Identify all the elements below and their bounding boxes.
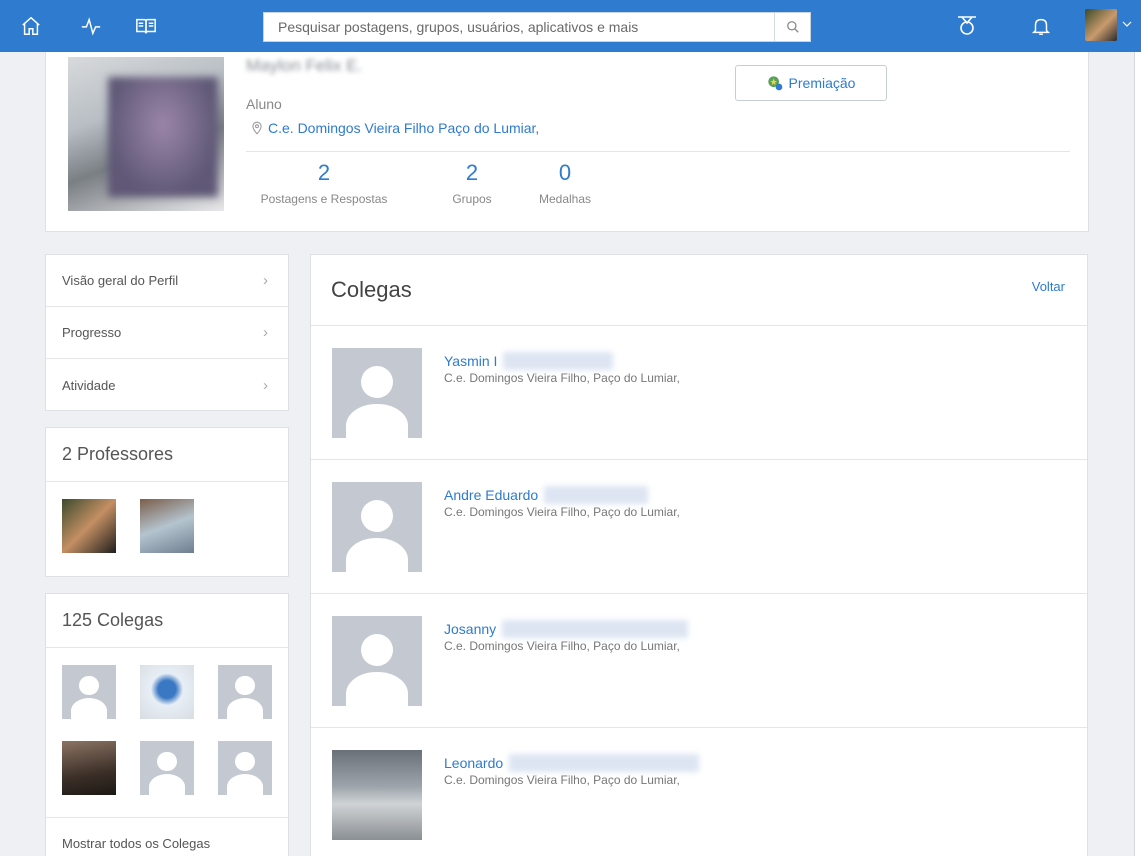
classmate-name-link[interactable]: Yasmin I	[444, 352, 614, 370]
redacted-surname	[544, 486, 649, 504]
classmate-school: C.e. Domingos Vieira Filho, Paço do Lumi…	[444, 639, 680, 653]
bell-icon[interactable]	[1029, 14, 1053, 38]
search-button[interactable]	[774, 13, 810, 41]
stat-medals[interactable]: 0 Medalhas	[525, 160, 605, 206]
stat-posts-label: Postagens e Respostas	[260, 192, 388, 206]
chevron-right-icon: ›	[263, 272, 268, 289]
menu-item-label: Visão geral do Perfil	[62, 273, 179, 288]
classmate-avatar[interactable]	[140, 741, 194, 795]
classmate-avatar[interactable]	[218, 665, 272, 719]
profile-divider	[246, 151, 1070, 152]
search-icon	[786, 21, 799, 33]
stat-posts-value: 2	[317, 160, 331, 185]
back-link[interactable]: Voltar	[1032, 279, 1065, 294]
classmate-row: Andre Eduardo C.e. Domingos Vieira Filho…	[311, 460, 1087, 594]
classmate-avatar[interactable]	[332, 348, 422, 438]
scrollbar[interactable]	[1134, 52, 1141, 856]
menu-item-progress[interactable]: Progresso ›	[46, 307, 288, 359]
classmate-avatar[interactable]	[332, 616, 422, 706]
menu-item-label: Atividade	[62, 377, 116, 393]
classmate-name: Josanny	[444, 621, 497, 637]
classmate-row: Leonardo C.e. Domingos Vieira Filho, Paç…	[311, 728, 1087, 856]
stat-groups[interactable]: 2 Grupos	[432, 160, 512, 206]
home-icon[interactable]	[19, 14, 43, 38]
profile-name: Maylon Felix E.	[246, 56, 363, 75]
stat-posts[interactable]: 2 Postagens e Respostas	[244, 160, 404, 206]
top-navigation-bar	[0, 0, 1141, 52]
classmate-school: C.e. Domingos Vieira Filho, Paço do Lumi…	[444, 371, 680, 385]
book-icon[interactable]	[134, 14, 158, 38]
menu-item-overview[interactable]: Visão geral do Perfil ›	[46, 255, 288, 307]
stat-groups-label: Grupos	[452, 192, 492, 206]
classmate-row: Yasmin I C.e. Domingos Vieira Filho, Paç…	[311, 326, 1087, 460]
redacted-surname	[503, 352, 614, 370]
menu-item-activity[interactable]: Atividade ›	[46, 359, 288, 411]
teacher-avatar[interactable]	[62, 499, 116, 553]
chevron-right-icon: ›	[263, 376, 268, 394]
profile-menu: Visão geral do Perfil › Progresso › Ativ…	[45, 254, 289, 411]
classmate-avatar[interactable]	[218, 741, 272, 795]
classmates-panel: Colegas Voltar Yasmin I C.e. Domingos Vi…	[310, 254, 1088, 856]
classmate-name: Leonardo	[444, 755, 504, 771]
user-avatar[interactable]	[1085, 9, 1117, 41]
panel-header: Colegas Voltar	[311, 255, 1087, 326]
classmate-avatar[interactable]	[332, 482, 422, 572]
rewards-icon[interactable]	[955, 14, 979, 38]
menu-item-label: Progresso	[62, 325, 122, 340]
profile-header-card: Maylon Felix E. Aluno C.e. Domingos Viei…	[45, 52, 1089, 232]
teachers-title[interactable]: 2 Professores	[46, 428, 288, 482]
award-button[interactable]: Premiação	[735, 65, 887, 101]
profile-school-text: C.e. Domingos Vieira Filho Paço do Lumia…	[268, 120, 540, 136]
show-all-classmates-link[interactable]: Mostrar todos os Colegas	[46, 817, 288, 856]
classmate-school: C.e. Domingos Vieira Filho, Paço do Lumi…	[444, 505, 680, 519]
classmate-avatar[interactable]	[332, 750, 422, 840]
teacher-avatar[interactable]	[140, 499, 194, 553]
chevron-right-icon: ›	[263, 324, 268, 341]
award-icon	[767, 76, 782, 91]
classmate-avatar[interactable]	[62, 665, 116, 719]
teachers-card: 2 Professores	[45, 427, 289, 577]
panel-title: Colegas	[331, 277, 412, 302]
classmates-title[interactable]: 125 Colegas	[46, 594, 288, 648]
classmate-avatar[interactable]	[62, 741, 116, 795]
stat-groups-value: 2	[465, 160, 479, 185]
classmate-school: C.e. Domingos Vieira Filho, Paço do Lumi…	[444, 773, 680, 787]
classmate-name-link[interactable]: Leonardo	[444, 754, 700, 772]
classmate-row: Josanny C.e. Domingos Vieira Filho, Paço…	[311, 594, 1087, 728]
chevron-down-icon[interactable]	[1121, 17, 1133, 35]
stat-medals-value: 0	[558, 160, 572, 185]
classmate-avatar[interactable]	[140, 665, 194, 719]
search-input[interactable]	[264, 13, 774, 41]
search-bar	[263, 12, 811, 42]
redacted-surname	[502, 620, 689, 638]
stat-medals-label: Medalhas	[538, 192, 592, 206]
classmate-name-link[interactable]: Josanny	[444, 620, 689, 638]
redacted-surname	[509, 754, 700, 772]
activity-icon[interactable]	[79, 14, 103, 38]
classmate-name: Andre Eduardo	[444, 487, 539, 503]
classmate-name-link[interactable]: Andre Eduardo	[444, 486, 649, 504]
classmate-name: Yasmin I	[444, 353, 498, 369]
award-button-label: Premiação	[788, 75, 856, 91]
profile-role: Aluno	[246, 96, 282, 112]
profile-school-link[interactable]: C.e. Domingos Vieira Filho Paço do Lumia…	[250, 120, 539, 136]
profile-photo	[68, 57, 224, 211]
classmates-card: 125 Colegas Mostrar todos os Colegas	[45, 593, 289, 856]
location-pin-icon	[252, 121, 262, 135]
